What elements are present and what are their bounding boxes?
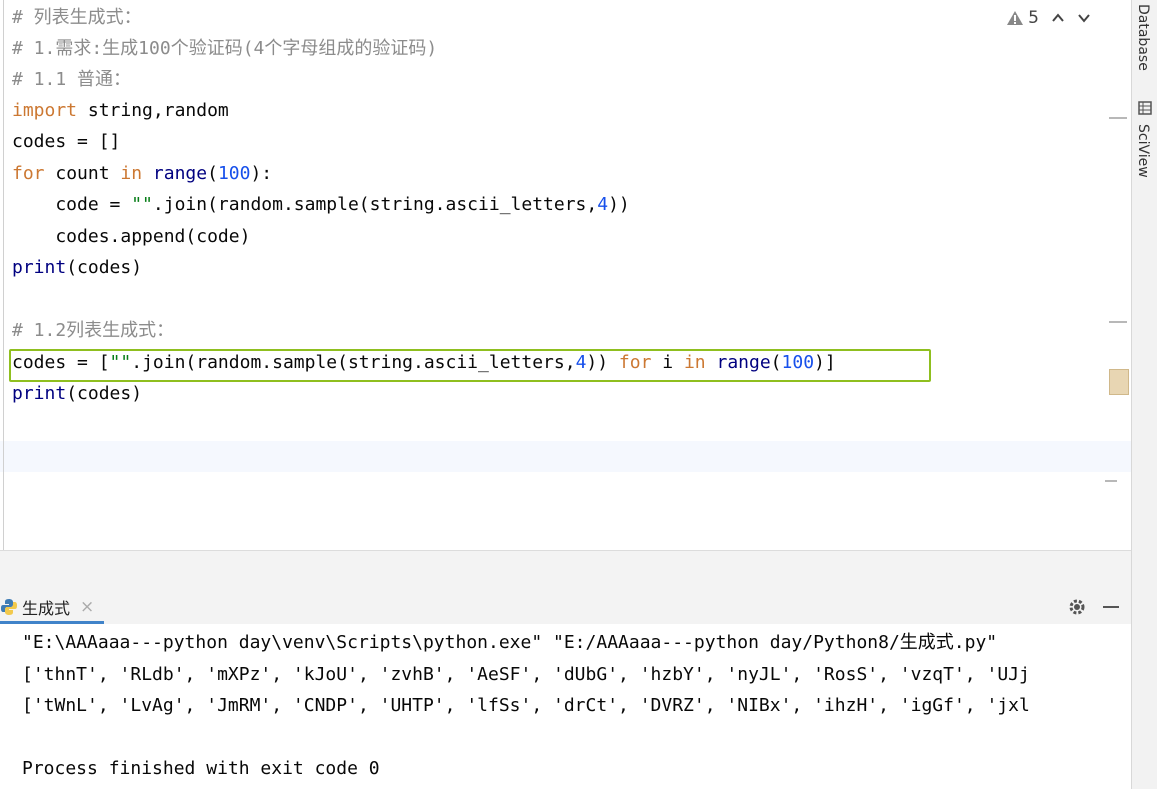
chevron-down-icon[interactable] [1077, 11, 1091, 25]
console-output[interactable]: "E:\AAAaaa---python day\venv\Scripts\pyt… [0, 624, 1131, 789]
run-tab-label: 生成式 [22, 599, 71, 618]
right-tool-bar: Database SciView [1131, 0, 1157, 789]
warning-count: 5 [1028, 8, 1039, 28]
console-line-exit: Process finished with exit code 0 [22, 758, 380, 779]
tab-sciview[interactable]: SciView [1135, 124, 1151, 178]
warning-icon [1007, 11, 1024, 25]
run-panel-header: 生成式 × [0, 590, 1131, 624]
console-line-command: "E:\AAAaaa---python day\venv\Scripts\pyt… [22, 632, 998, 653]
chevron-up-icon[interactable] [1051, 11, 1065, 25]
code-line-1: # 列表生成式： [12, 7, 142, 28]
scroll-thumb[interactable] [1109, 369, 1129, 395]
code-editor[interactable]: # 列表生成式： # 1.需求:生成100个验证码(4个字母组成的验证码) # … [0, 0, 1131, 550]
gear-icon[interactable] [1067, 597, 1087, 617]
code-line-4: import string,random [12, 100, 229, 121]
scroll-marker [1109, 321, 1127, 323]
code-line-9: print(codes) [12, 257, 143, 278]
code-line-8: codes.append(code) [12, 226, 251, 247]
console-line-output-1: ['thnT', 'RLdb', 'mXPz', 'kJoU', 'zvhB',… [22, 664, 1030, 685]
code-line-3: # 1.1 普通： [12, 69, 132, 90]
code-line-13: print(codes) [12, 383, 143, 404]
warning-indicator[interactable]: 5 [1006, 8, 1039, 28]
inspection-widget: 5 [1006, 8, 1091, 28]
run-panel-actions [1067, 590, 1121, 624]
close-icon[interactable]: × [80, 597, 94, 617]
tab-database[interactable]: Database [1135, 4, 1151, 71]
code-line-2: # 1.需求:生成100个验证码(4个字母组成的验证码) [12, 38, 438, 59]
code-line-6: for count in range(100): [12, 163, 273, 184]
code-line-7: code = "".join(random.sample(string.asci… [12, 194, 630, 215]
panel-separator [0, 550, 1131, 587]
code-line-5: codes = [] [12, 131, 121, 152]
current-line-highlight [0, 441, 1131, 472]
tab-run-config[interactable]: 生成式 × [0, 590, 104, 624]
minimize-icon[interactable] [1101, 597, 1121, 617]
python-icon [1, 599, 17, 615]
code-line-11: # 1.2列表生成式： [12, 320, 175, 341]
scroll-marker [1109, 117, 1127, 119]
console-line-output-2: ['tWnL', 'LvAg', 'JmRM', 'CNDP', 'UHTP',… [22, 695, 1030, 716]
gutter-divider [3, 0, 4, 550]
vertical-scrollbar[interactable] [1105, 0, 1131, 550]
highlight-box [9, 349, 931, 382]
scroll-marker [1105, 480, 1117, 482]
sciview-icon [1138, 101, 1152, 115]
